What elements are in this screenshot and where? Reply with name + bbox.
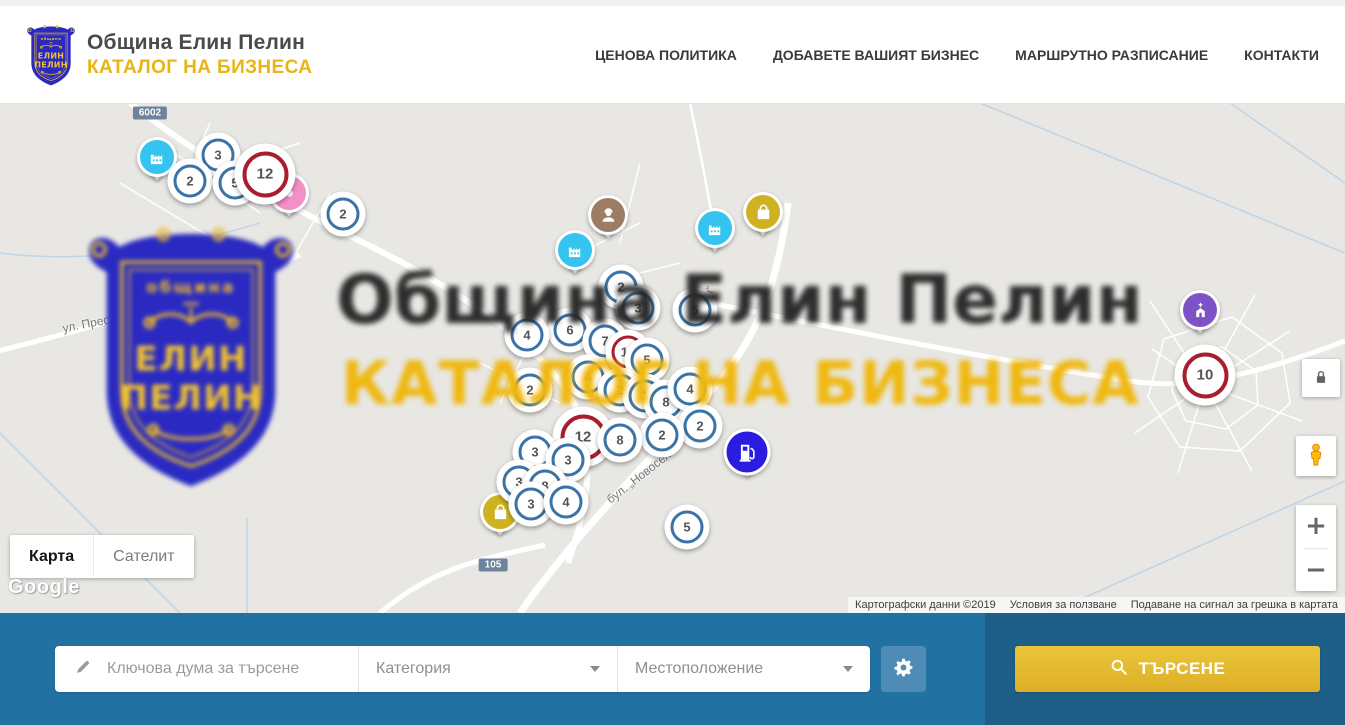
cluster-marker[interactable]: 4 bbox=[544, 480, 589, 525]
cluster-count: 2 bbox=[339, 207, 346, 222]
search-button-label: ТЪРСЕНЕ bbox=[1139, 659, 1226, 679]
keyword-field[interactable] bbox=[55, 646, 358, 692]
cluster-count: 4 bbox=[523, 328, 530, 343]
search-bar: Категория Местоположение ТЪРСЕНЕ bbox=[0, 613, 1345, 725]
fuel-icon bbox=[735, 440, 759, 464]
pegman-icon bbox=[1303, 442, 1329, 471]
road-shield-label: 105 bbox=[479, 559, 508, 572]
cluster-marker[interactable]: 2 bbox=[321, 192, 366, 237]
map-canvas[interactable]: 6002105ул. Преславбул. „Новоселци“ bbox=[0, 103, 1345, 613]
cluster-count: 2 bbox=[658, 428, 665, 443]
keyword-input[interactable] bbox=[105, 659, 349, 679]
zoom-out-button[interactable]: − bbox=[1296, 549, 1336, 592]
shopping-bag-icon bbox=[491, 503, 510, 522]
zoom-in-button[interactable]: + bbox=[1296, 505, 1336, 548]
cluster-marker[interactable]: 10 bbox=[1175, 345, 1236, 406]
cluster-count: 3 bbox=[564, 453, 571, 468]
cluster-marker[interactable]: 5 bbox=[673, 288, 718, 333]
cluster-marker[interactable]: 2 bbox=[640, 413, 685, 458]
location-select[interactable]: Местоположение bbox=[617, 646, 870, 692]
map-attribution: Картографски данни ©2019 Условия за полз… bbox=[848, 597, 1345, 613]
crest-word-name2: ПЕЛИН bbox=[34, 60, 67, 69]
cluster-marker[interactable]: 2 bbox=[678, 404, 723, 449]
cluster-marker[interactable]: 2 bbox=[508, 368, 553, 413]
cluster-count: 3 bbox=[527, 497, 534, 512]
zoom-control: + − bbox=[1296, 505, 1336, 591]
factory-icon bbox=[566, 241, 585, 260]
cluster-count: 6 bbox=[566, 323, 573, 338]
cluster-marker[interactable]: 12 bbox=[235, 144, 296, 205]
attribution-terms-link[interactable]: Условия за ползване bbox=[1003, 599, 1124, 611]
search-fields-group: Категория Местоположение bbox=[55, 646, 870, 692]
map-type-control: Карта Сателит bbox=[10, 535, 194, 578]
cluster-count: 4 bbox=[686, 382, 693, 397]
road-shield-label: 6002 bbox=[133, 107, 167, 120]
factory-icon bbox=[148, 148, 167, 167]
attribution-report-link[interactable]: Подаване на сигнал за грешка в картата bbox=[1124, 599, 1345, 611]
attribution-copyright: Картографски данни ©2019 bbox=[848, 599, 1003, 611]
cluster-count: 12 bbox=[257, 166, 274, 183]
cluster-count: 3 bbox=[531, 445, 538, 460]
chevron-down-icon bbox=[590, 666, 600, 672]
category-pin-worker[interactable] bbox=[588, 195, 628, 235]
cluster-count: 5 bbox=[691, 303, 698, 318]
cluster-count: 2 bbox=[186, 174, 193, 189]
cluster-count: 3 bbox=[634, 301, 641, 316]
municipality-crest-logo: община ЕЛИН ПЕЛИН bbox=[26, 22, 76, 88]
cluster-marker[interactable]: 8 bbox=[598, 418, 643, 463]
map-type-map-button[interactable]: Карта bbox=[10, 535, 93, 578]
category-select[interactable]: Категория bbox=[358, 646, 617, 692]
nav-pricing-policy[interactable]: ЦЕНОВА ПОЛИТИКА bbox=[595, 47, 737, 63]
lock-button[interactable] bbox=[1302, 359, 1340, 397]
brand-title: Община Елин Пелин bbox=[87, 31, 312, 55]
header: община ЕЛИН ПЕЛИН Община Елин Пелин КАТА… bbox=[0, 0, 1345, 103]
cluster-count: 5 bbox=[683, 520, 690, 535]
category-pin-factory[interactable] bbox=[695, 208, 735, 248]
category-pin-fuel[interactable] bbox=[724, 429, 771, 476]
chevron-down-icon bbox=[843, 666, 853, 672]
cluster-marker[interactable]: 4 bbox=[505, 313, 550, 358]
category-pin-factory[interactable] bbox=[555, 230, 595, 270]
gear-icon bbox=[893, 657, 914, 681]
search-button[interactable]: ТЪРСЕНЕ bbox=[1015, 646, 1320, 692]
cluster-count: 5 bbox=[643, 353, 650, 368]
worker-icon bbox=[599, 206, 618, 225]
google-logo[interactable]: Google bbox=[8, 576, 80, 599]
brand[interactable]: община ЕЛИН ПЕЛИН Община Елин Пелин КАТА… bbox=[26, 22, 312, 88]
cluster-count: 10 bbox=[1197, 367, 1214, 384]
cluster-count: 8 bbox=[616, 433, 623, 448]
cluster-count: 2 bbox=[696, 419, 703, 434]
nav-add-your-business[interactable]: ДОБАВЕТЕ ВАШИЯТ БИЗНЕС bbox=[773, 47, 979, 63]
brand-subtitle: КАТАЛОГ НА БИЗНЕСА bbox=[87, 57, 312, 79]
cluster-marker[interactable]: 3 bbox=[616, 286, 661, 331]
cluster-marker[interactable]: 2 bbox=[168, 159, 213, 204]
map-type-satellite-button[interactable]: Сателит bbox=[93, 535, 193, 578]
crest-word-top: община bbox=[41, 36, 62, 41]
nav-route-schedule[interactable]: МАРШРУТНО РАЗПИСАНИЕ bbox=[1015, 47, 1208, 63]
pencil-icon bbox=[75, 658, 92, 680]
main-nav: ЦЕНОВА ПОЛИТИКА ДОБАВЕТЕ ВАШИЯТ БИЗНЕС М… bbox=[595, 47, 1319, 63]
cluster-marker[interactable]: 5 bbox=[665, 505, 710, 550]
shopping-bag-icon bbox=[754, 203, 773, 222]
search-icon bbox=[1110, 658, 1128, 681]
category-pin-shopping-bag[interactable] bbox=[743, 192, 783, 232]
cluster-count: 4 bbox=[584, 370, 591, 385]
page: община ЕЛИН ПЕЛИН Община Елин Пелин КАТА… bbox=[0, 0, 1345, 725]
street-view-pegman-button[interactable] bbox=[1296, 436, 1336, 476]
nav-contacts[interactable]: КОНТАКТИ bbox=[1244, 47, 1319, 63]
church-icon bbox=[1191, 301, 1210, 320]
cluster-count: 2 bbox=[526, 383, 533, 398]
cluster-count: 4 bbox=[562, 495, 569, 510]
lock-icon bbox=[1312, 368, 1330, 389]
cluster-count: 3 bbox=[214, 148, 221, 163]
category-select-value: Категория bbox=[376, 660, 451, 678]
category-pin-church[interactable] bbox=[1180, 290, 1220, 330]
factory-icon bbox=[706, 219, 725, 238]
location-select-value: Местоположение bbox=[635, 660, 763, 678]
advanced-options-button[interactable] bbox=[881, 646, 926, 692]
crest-word-name1: ЕЛИН bbox=[38, 51, 64, 60]
